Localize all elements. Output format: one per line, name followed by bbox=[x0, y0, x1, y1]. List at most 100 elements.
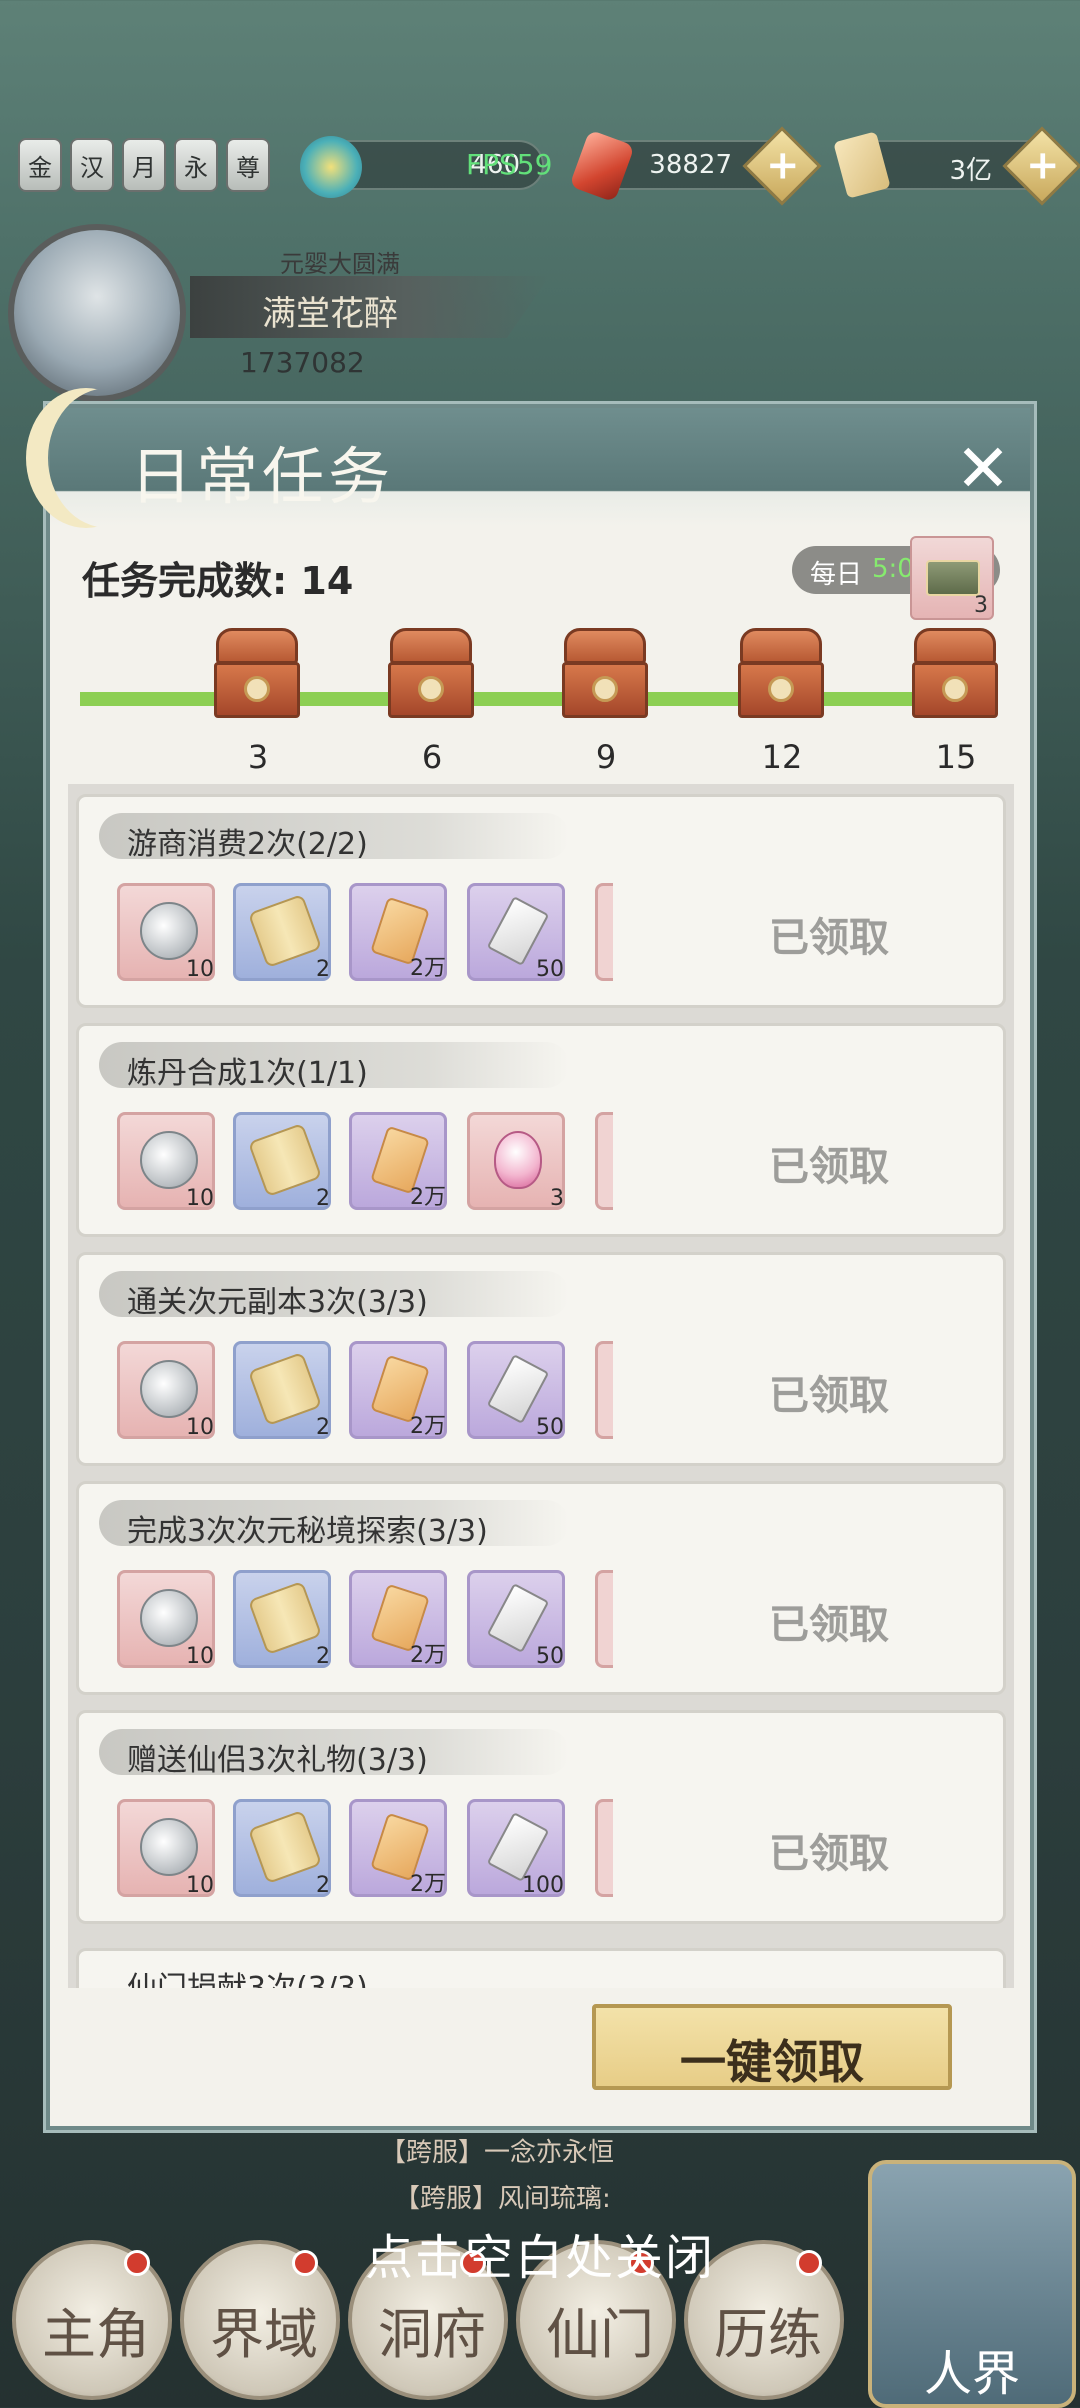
egg-icon bbox=[494, 1131, 542, 1189]
scroll-icon bbox=[247, 1580, 323, 1656]
reward-item[interactable]: 2 bbox=[233, 1799, 331, 1898]
reward-item-peek bbox=[595, 1799, 613, 1897]
reward-qty: 2万 bbox=[410, 1872, 446, 1897]
scroll-icon bbox=[247, 1809, 323, 1885]
reward-item[interactable]: 10 bbox=[117, 1570, 215, 1669]
milestone-chest-12[interactable] bbox=[738, 628, 824, 724]
title-badge-gold[interactable]: 金 bbox=[18, 138, 62, 192]
reward-item[interactable]: 2万 bbox=[349, 1112, 447, 1210]
fps-counter: FPS59 bbox=[466, 148, 553, 181]
chat-line[interactable]: 【跨服】一念亦永恒 bbox=[380, 2132, 780, 2169]
paper-icon bbox=[486, 896, 550, 966]
title-badge-eternal[interactable]: 永 bbox=[174, 138, 218, 192]
scroll-icon bbox=[247, 893, 323, 969]
reward-qty: 10 bbox=[186, 1186, 214, 1211]
claim-all-button[interactable]: 一键领取 bbox=[592, 2004, 952, 2090]
reward-qty: 50 bbox=[536, 957, 564, 982]
resource-scroll[interactable]: 3亿 + bbox=[833, 126, 1080, 206]
reward-item[interactable]: 100 bbox=[467, 1799, 565, 1898]
claimed-status: 已领取 bbox=[769, 1831, 889, 1877]
reward-item[interactable]: 2万 bbox=[349, 883, 447, 981]
task-card: 通关次元副本3次(3/3) 10 2 2万 50 已领取 bbox=[76, 1252, 1006, 1466]
plus-icon: + bbox=[1025, 142, 1060, 189]
reward-qty: 10 bbox=[186, 1873, 214, 1898]
scroll-icon bbox=[247, 1351, 323, 1427]
milestone-gift-box[interactable]: 3 bbox=[910, 536, 994, 620]
resource-crystal[interactable]: 38827 + bbox=[569, 126, 822, 206]
reward-item[interactable]: 50 bbox=[467, 883, 565, 982]
resource-crystal-value: 38827 bbox=[649, 150, 732, 180]
milestone-chest-3[interactable] bbox=[214, 628, 300, 724]
chest-icon bbox=[216, 628, 298, 664]
daily-time: 5:0 bbox=[872, 554, 914, 584]
task-title: 仙门捐献3次(3/3) bbox=[127, 1963, 368, 1988]
claim-all-label: 一键领取 bbox=[680, 2035, 864, 2089]
nav-label: 主角 bbox=[42, 2303, 150, 2366]
claimed-status: 已领取 bbox=[769, 1144, 889, 1190]
title-badge-han[interactable]: 汉 bbox=[70, 138, 114, 192]
task-title: 完成3次次元秘境探索(3/3) bbox=[127, 1514, 488, 1549]
reward-qty: 2 bbox=[316, 957, 330, 982]
player-avatar[interactable] bbox=[8, 224, 186, 402]
reward-item[interactable]: 2 bbox=[233, 1570, 331, 1669]
player-realm: 元婴大圆满 bbox=[280, 250, 400, 278]
chat-message: 风间琉璃: bbox=[498, 2184, 611, 2214]
reward-qty: 10 bbox=[186, 1415, 214, 1440]
claimed-status: 已领取 bbox=[769, 915, 889, 961]
reward-item-peek bbox=[595, 1570, 613, 1668]
milestone-label: 9 bbox=[595, 738, 617, 776]
chest-icon bbox=[390, 628, 472, 664]
task-list[interactable]: 游商消费2次(2/2) 10 2 2万 50 已领取 炼丹合成1次(1/1) 1… bbox=[68, 784, 1014, 1988]
reward-qty: 10 bbox=[186, 1644, 214, 1669]
task-title: 游商消费2次(2/2) bbox=[127, 827, 368, 862]
task-complete-count: 任务完成数: 14 bbox=[82, 559, 354, 603]
reward-item[interactable]: 10 bbox=[117, 883, 215, 982]
reward-qty: 10 bbox=[186, 957, 214, 982]
human-realm-label: 人界 bbox=[923, 2346, 1020, 2402]
reward-item[interactable]: 3 bbox=[467, 1112, 565, 1211]
nav-label: 仙门 bbox=[546, 2303, 654, 2366]
milestone-chest-9[interactable] bbox=[562, 628, 648, 724]
player-power: 1737082 bbox=[240, 346, 365, 379]
top-bar: 金 汉 月 永 尊 460 FPS59 38827 + 3亿 + bbox=[14, 126, 1080, 206]
milestone-label: 15 bbox=[935, 738, 977, 776]
task-card: 完成3次次元秘境探索(3/3) 10 2 2万 50 已领取 bbox=[76, 1481, 1006, 1695]
reward-item[interactable]: 10 bbox=[117, 1112, 215, 1211]
reward-item[interactable]: 50 bbox=[467, 1570, 565, 1669]
reward-item-peek bbox=[595, 1341, 613, 1439]
claimed-status: 已领取 bbox=[769, 1602, 889, 1648]
reward-item[interactable]: 2 bbox=[233, 1112, 331, 1211]
milestone-label: 6 bbox=[421, 738, 443, 776]
reward-item[interactable]: 10 bbox=[117, 1799, 215, 1898]
milestone-chest-15[interactable] bbox=[912, 628, 998, 724]
reward-qty: 2 bbox=[316, 1186, 330, 1211]
scroll-paper-icon bbox=[833, 131, 891, 199]
milestone-label: 12 bbox=[761, 738, 803, 776]
tap-to-close-hint[interactable]: 点击空白处关闭 bbox=[0, 2218, 1080, 2288]
close-button[interactable]: ✕ bbox=[948, 434, 1018, 504]
task-card: 仙门捐献3次(3/3) bbox=[76, 1948, 1006, 1988]
reward-item[interactable]: 10 bbox=[117, 1341, 215, 1440]
chest-icon bbox=[740, 628, 822, 664]
coin-icon bbox=[140, 1131, 198, 1189]
add-scroll-button[interactable]: + bbox=[1002, 126, 1080, 206]
title-badge-honor[interactable]: 尊 bbox=[226, 138, 270, 192]
add-crystal-button[interactable]: + bbox=[742, 126, 822, 206]
nav-label: 历练 bbox=[714, 2303, 822, 2366]
title-badge-moon[interactable]: 月 bbox=[122, 138, 166, 192]
reward-item[interactable]: 2万 bbox=[349, 1570, 447, 1668]
reward-qty: 50 bbox=[536, 1644, 564, 1669]
reward-item[interactable]: 50 bbox=[467, 1341, 565, 1440]
reward-qty: 3 bbox=[550, 1186, 564, 1211]
reward-item[interactable]: 2万 bbox=[349, 1799, 447, 1897]
milestone-chest-6[interactable] bbox=[388, 628, 474, 724]
task-title: 通关次元副本3次(3/3) bbox=[127, 1285, 428, 1320]
chat-line[interactable]: 【跨服】风间琉璃: bbox=[394, 2178, 611, 2215]
reward-item[interactable]: 2 bbox=[233, 883, 331, 982]
reward-item[interactable]: 2万 bbox=[349, 1341, 447, 1439]
nav-label: 界域 bbox=[210, 2303, 318, 2366]
chest-icon bbox=[926, 560, 980, 596]
reward-item[interactable]: 2 bbox=[233, 1341, 331, 1440]
task-title: 赠送仙侣3次礼物(3/3) bbox=[127, 1743, 428, 1778]
jade-icon bbox=[300, 136, 362, 198]
